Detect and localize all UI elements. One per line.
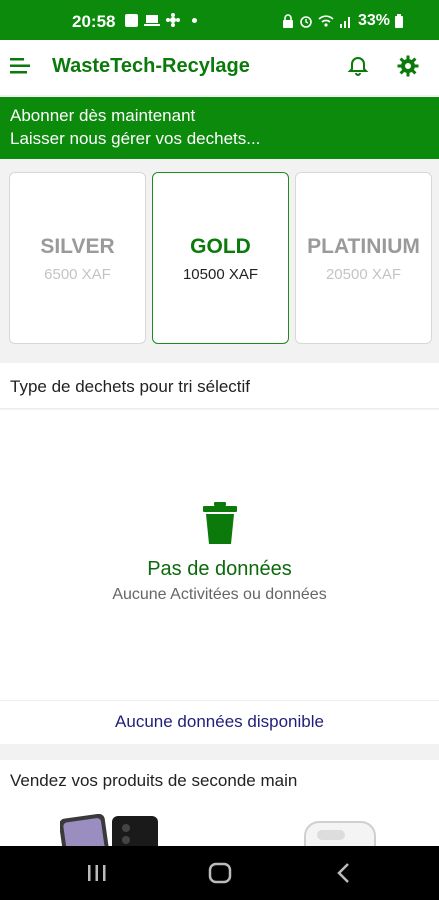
empty-state-title: Pas de données — [147, 558, 292, 580]
subscribe-banner[interactable]: Abonner dès maintenant Laisser nous gére… — [0, 97, 439, 159]
status-system-icons: 33% — [282, 12, 404, 30]
flower-notification-icon — [166, 13, 180, 27]
laptop-notification-icon — [144, 15, 160, 26]
secondhand-section-title: Vendez vos produits de seconde main — [0, 760, 439, 804]
plan-price: 10500 XAF — [182, 266, 259, 283]
wifi-icon — [318, 15, 334, 27]
nav-home-icon[interactable] — [208, 862, 232, 884]
alarm-icon — [300, 16, 312, 28]
status-bar: 20:58 33% — [0, 0, 439, 40]
trash-icon — [203, 502, 237, 544]
phone-product-image[interactable] — [60, 814, 160, 846]
empty-state-subtitle: Aucune Activitées ou données — [112, 586, 327, 603]
bell-icon[interactable] — [347, 55, 369, 77]
more-notifications-dot — [192, 17, 197, 23]
menu-icon[interactable] — [10, 57, 30, 75]
nav-back-icon[interactable] — [336, 862, 352, 884]
app-title: WasteTech-Recylage — [52, 55, 250, 77]
plan-name: PLATINIUM — [307, 235, 420, 258]
plan-name: SILVER — [40, 235, 115, 258]
banner-title: Abonner dès maintenant — [10, 106, 196, 125]
lock-icon — [283, 14, 293, 28]
plan-price: 6500 XAF — [44, 266, 111, 283]
status-time: 20:58 — [72, 12, 116, 31]
nav-recent-icon[interactable] — [86, 864, 108, 882]
plan-card-platinium[interactable]: PLATINIUM 20500 XAF — [295, 172, 432, 344]
banner-subtitle: Laisser nous gérer vos dechets... — [10, 129, 261, 148]
plan-card-gold[interactable]: GOLD 10500 XAF — [152, 172, 289, 344]
subscription-plans: SILVER 6500 XAF GOLD 10500 XAF PLATINIUM… — [0, 160, 439, 360]
product-carousel — [0, 804, 439, 846]
empty-state: Pas de données Aucune Activitées ou donn… — [0, 410, 439, 700]
image-notification-icon — [125, 13, 138, 27]
gear-icon[interactable] — [396, 54, 420, 78]
battery-percentage: 33% — [358, 12, 391, 29]
no-data-link[interactable]: Aucune données disponible — [0, 700, 439, 744]
waste-section-title: Type de dechets pour tri sélectif — [0, 363, 439, 409]
status-notification-icons — [125, 13, 197, 27]
battery-icon — [395, 14, 404, 28]
signal-icon — [340, 17, 350, 28]
plan-price: 20500 XAF — [325, 266, 402, 283]
plan-name: GOLD — [190, 235, 251, 258]
plan-card-silver[interactable]: SILVER 6500 XAF — [9, 172, 146, 344]
case-product-image[interactable] — [295, 816, 385, 846]
app-screen: 20:58 33% WasteTech-Recylage Abonner dès… — [0, 0, 439, 900]
